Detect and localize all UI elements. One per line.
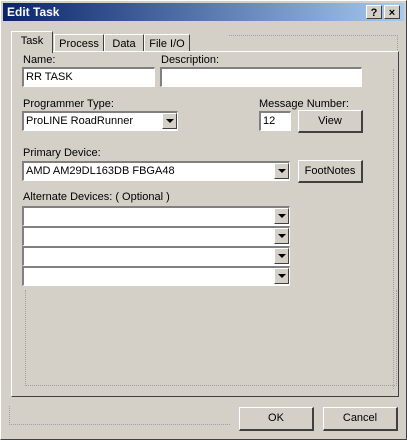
chevron-down-icon[interactable] bbox=[162, 113, 177, 129]
window-title: Edit Task bbox=[7, 5, 60, 19]
description-input[interactable] bbox=[160, 67, 362, 87]
background-artifact bbox=[9, 406, 230, 425]
primary-device-label: Primary Device: bbox=[23, 147, 101, 159]
title-bar: Edit Task ? × bbox=[3, 3, 404, 21]
tab-data[interactable]: Data bbox=[104, 34, 144, 52]
description-label: Description: bbox=[161, 54, 220, 66]
programmer-type-value: ProLINE RoadRunner bbox=[26, 115, 134, 127]
alternate-device-select-2[interactable] bbox=[22, 226, 290, 246]
name-label: Name: bbox=[23, 54, 56, 66]
chevron-down-icon[interactable] bbox=[274, 248, 289, 264]
close-button[interactable]: × bbox=[384, 5, 400, 19]
primary-device-value: AMD AM29DL163DB FBGA48 bbox=[26, 165, 175, 177]
tab-file-io[interactable]: File I/O bbox=[144, 34, 190, 52]
chevron-down-icon[interactable] bbox=[274, 208, 289, 224]
alternate-device-select-4[interactable] bbox=[22, 266, 290, 286]
alternate-device-select-1[interactable] bbox=[22, 206, 290, 226]
background-artifact bbox=[229, 35, 398, 50]
chevron-down-icon[interactable] bbox=[274, 268, 289, 284]
alternate-device-select-3[interactable] bbox=[22, 246, 290, 266]
help-button[interactable]: ? bbox=[366, 5, 382, 19]
programmer-type-select[interactable]: ProLINE RoadRunner bbox=[22, 111, 178, 131]
programmer-type-label: Programmer Type: bbox=[23, 98, 114, 110]
message-number-input[interactable]: 12 bbox=[259, 111, 291, 131]
chevron-down-icon[interactable] bbox=[274, 163, 289, 179]
tab-process[interactable]: Process bbox=[54, 34, 104, 52]
ok-button[interactable]: OK bbox=[239, 407, 314, 431]
tab-task[interactable]: Task bbox=[11, 31, 53, 53]
alternate-devices-label: Alternate Devices: ( Optional ) bbox=[23, 191, 170, 203]
primary-device-select[interactable]: AMD AM29DL163DB FBGA48 bbox=[22, 161, 290, 181]
view-button[interactable]: View bbox=[298, 110, 363, 133]
chevron-down-icon[interactable] bbox=[274, 228, 289, 244]
edit-task-dialog: Edit Task ? × Task Process Data File I/O… bbox=[0, 0, 407, 440]
message-number-label: Message Number: bbox=[259, 98, 349, 110]
footnotes-button[interactable]: FootNotes bbox=[298, 160, 363, 183]
cancel-button[interactable]: Cancel bbox=[323, 407, 398, 431]
name-input[interactable]: RR TASK bbox=[22, 67, 155, 87]
